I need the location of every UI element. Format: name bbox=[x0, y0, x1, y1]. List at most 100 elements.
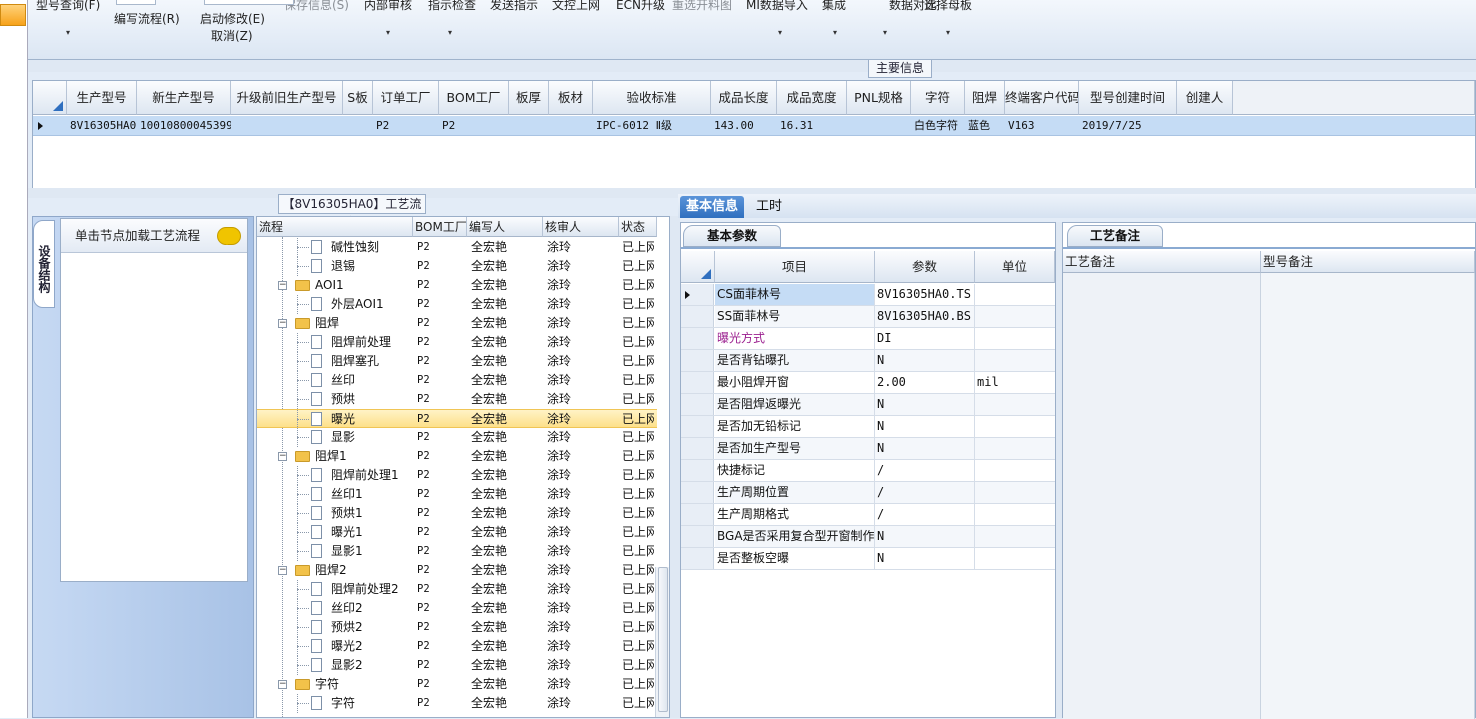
toolbar-button-1[interactable]: 编写流程(R) bbox=[114, 10, 180, 27]
main-col-header[interactable]: 成品长度 bbox=[711, 81, 777, 115]
main-cell[interactable] bbox=[343, 116, 373, 136]
tree-node-label[interactable]: 字符 bbox=[315, 675, 411, 694]
param-value[interactable]: 8V16305HA0.TS bbox=[875, 284, 975, 305]
vertical-splitter[interactable] bbox=[670, 216, 680, 718]
main-col-header[interactable]: PNL规格 bbox=[847, 81, 911, 115]
notes-header-process[interactable]: 工艺备注 bbox=[1063, 251, 1261, 273]
param-item[interactable]: 生产周期格式 bbox=[715, 504, 875, 525]
tree-row[interactable]: 丝印1 P2 全宏艳 涂玲 已上网 bbox=[257, 485, 657, 504]
tree-node-label[interactable]: 曝光1 bbox=[331, 523, 413, 542]
tree-row[interactable]: − 阻焊1 P2 全宏艳 涂玲 已上网 bbox=[257, 447, 657, 466]
tree-node-label[interactable]: 字符 bbox=[331, 694, 413, 713]
toolbar-button-7[interactable]: 发送指示 bbox=[490, 0, 538, 13]
param-unit[interactable] bbox=[975, 504, 1055, 525]
tree-col-header[interactable]: 流程 bbox=[257, 217, 413, 237]
params-header-item[interactable]: 项目 bbox=[715, 251, 875, 283]
toolbar-button-2[interactable]: 启动修改(E) bbox=[200, 10, 265, 27]
chevron-down-icon[interactable]: ▾ bbox=[946, 28, 950, 37]
main-col-header[interactable]: S板 bbox=[343, 81, 373, 115]
tree-row[interactable]: − AOI1 P2 全宏艳 涂玲 已上网 bbox=[257, 276, 657, 295]
tree-node-label[interactable]: 阻焊2 bbox=[315, 561, 411, 580]
main-grid-corner[interactable] bbox=[33, 81, 67, 115]
main-cell[interactable] bbox=[1177, 116, 1233, 136]
tree-node-label[interactable]: 阻焊1 bbox=[315, 447, 411, 466]
param-item[interactable]: 曝光方式 bbox=[715, 328, 875, 349]
tree-node-label[interactable]: 曝光2 bbox=[331, 637, 413, 656]
main-cell[interactable]: 蓝色 bbox=[965, 116, 1005, 136]
chevron-down-icon[interactable]: ▾ bbox=[386, 28, 390, 37]
tree-node-label[interactable]: 阻焊前处理2 bbox=[331, 580, 413, 599]
toolbar-button-5[interactable]: 内部审核 bbox=[364, 0, 412, 13]
main-col-header[interactable]: 新生产型号 bbox=[137, 81, 231, 115]
main-col-header[interactable]: 板厚 bbox=[509, 81, 549, 115]
param-unit[interactable] bbox=[975, 328, 1055, 349]
tree-row[interactable]: 曝光1 P2 全宏艳 涂玲 已上网 bbox=[257, 523, 657, 542]
tree-node-label[interactable]: 预烘2 bbox=[331, 618, 413, 637]
tree-node-label[interactable]: 丝印 bbox=[331, 371, 413, 390]
param-row[interactable]: CS面菲林号 8V16305HA0.TS bbox=[681, 284, 1055, 306]
comment-bubble-icon[interactable] bbox=[217, 227, 241, 245]
params-header-value[interactable]: 参数 bbox=[875, 251, 975, 283]
main-cell[interactable]: IPC-6012 Ⅱ级 bbox=[593, 116, 711, 136]
params-header-unit[interactable]: 单位 bbox=[975, 251, 1055, 283]
tree-node-label[interactable]: 预烘1 bbox=[331, 504, 413, 523]
main-col-header[interactable]: 字符 bbox=[911, 81, 965, 115]
chevron-down-icon[interactable]: ▾ bbox=[448, 28, 452, 37]
row-indicator[interactable] bbox=[681, 416, 714, 437]
param-unit[interactable]: mil bbox=[975, 372, 1055, 393]
tree-row[interactable]: 阻焊塞孔 P2 全宏艳 涂玲 已上网 bbox=[257, 352, 657, 371]
param-row[interactable]: 是否加无铅标记 N bbox=[681, 416, 1055, 438]
tree-node-label[interactable]: 外层AOI1 bbox=[331, 295, 413, 314]
param-row[interactable]: BGA是否采用复合型开窗制作 N bbox=[681, 526, 1055, 548]
tree-node-label[interactable]: 预烘 bbox=[331, 390, 413, 409]
param-value[interactable]: N bbox=[875, 350, 975, 371]
chevron-down-icon[interactable]: ▾ bbox=[66, 28, 70, 37]
tree-node-label[interactable]: AOI1 bbox=[315, 276, 411, 295]
row-indicator[interactable] bbox=[681, 284, 714, 305]
toolbar-button-0[interactable]: 型号查询(F) bbox=[36, 0, 100, 13]
params-corner-header[interactable] bbox=[681, 251, 715, 283]
row-indicator[interactable] bbox=[681, 504, 714, 525]
main-col-header[interactable]: 生产型号 bbox=[67, 81, 137, 115]
param-unit[interactable] bbox=[975, 284, 1055, 305]
tree-scrollbar[interactable] bbox=[655, 567, 669, 717]
main-col-header[interactable]: 升级前旧生产型号 bbox=[231, 81, 343, 115]
toolbar-button-6[interactable]: 指示检查 bbox=[428, 0, 476, 13]
param-value[interactable]: / bbox=[875, 482, 975, 503]
param-value[interactable]: / bbox=[875, 460, 975, 481]
main-cell[interactable] bbox=[847, 116, 911, 136]
notes-header-model[interactable]: 型号备注 bbox=[1261, 251, 1475, 273]
toolbar-button-11[interactable]: MI数据导入 bbox=[746, 0, 808, 13]
tab-work-hours[interactable]: 工时 bbox=[750, 196, 788, 218]
row-indicator[interactable] bbox=[681, 394, 714, 415]
param-item[interactable]: BGA是否采用复合型开窗制作 bbox=[715, 526, 875, 547]
main-cell[interactable] bbox=[509, 116, 549, 136]
row-indicator[interactable] bbox=[681, 548, 714, 569]
toolbar-button-9[interactable]: ECN升级 bbox=[616, 0, 665, 13]
param-item[interactable]: 是否整板空曝 bbox=[715, 548, 875, 569]
param-item[interactable]: 生产周期位置 bbox=[715, 482, 875, 503]
collapse-icon[interactable]: − bbox=[278, 680, 287, 689]
tree-row[interactable]: 碱性蚀刻 P2 全宏艳 涂玲 已上网 bbox=[257, 238, 657, 257]
main-col-header[interactable]: 订单工厂 bbox=[373, 81, 439, 115]
tree-row[interactable]: − 阻焊2 P2 全宏艳 涂玲 已上网 bbox=[257, 561, 657, 580]
collapse-icon[interactable]: − bbox=[278, 452, 287, 461]
process-notes-field[interactable] bbox=[1063, 273, 1261, 719]
model-notes-field[interactable] bbox=[1261, 273, 1475, 719]
param-value[interactable]: / bbox=[875, 504, 975, 525]
param-unit[interactable] bbox=[975, 526, 1055, 547]
row-indicator[interactable] bbox=[681, 350, 714, 371]
row-indicator[interactable] bbox=[681, 482, 714, 503]
tree-node-label[interactable]: 碱性蚀刻 bbox=[331, 238, 413, 257]
param-item[interactable]: SS面菲林号 bbox=[715, 306, 875, 327]
tree-row[interactable]: 显影2 P2 全宏艳 涂玲 已上网 bbox=[257, 656, 657, 675]
tree-node-label[interactable]: 阻焊前处理 bbox=[331, 333, 413, 352]
main-cell[interactable]: 2019/7/25 bbox=[1079, 116, 1177, 136]
chevron-down-icon[interactable]: ▾ bbox=[778, 28, 782, 37]
device-structure-tab[interactable]: 设备结构 bbox=[33, 220, 55, 308]
tab-basic-info[interactable]: 基本信息 bbox=[680, 196, 745, 218]
toolbar-button-12[interactable]: 集成 bbox=[822, 0, 846, 13]
param-item[interactable]: 是否加生产型号 bbox=[715, 438, 875, 459]
param-value[interactable]: N bbox=[875, 526, 975, 547]
main-col-header[interactable]: 创建人 bbox=[1177, 81, 1233, 115]
